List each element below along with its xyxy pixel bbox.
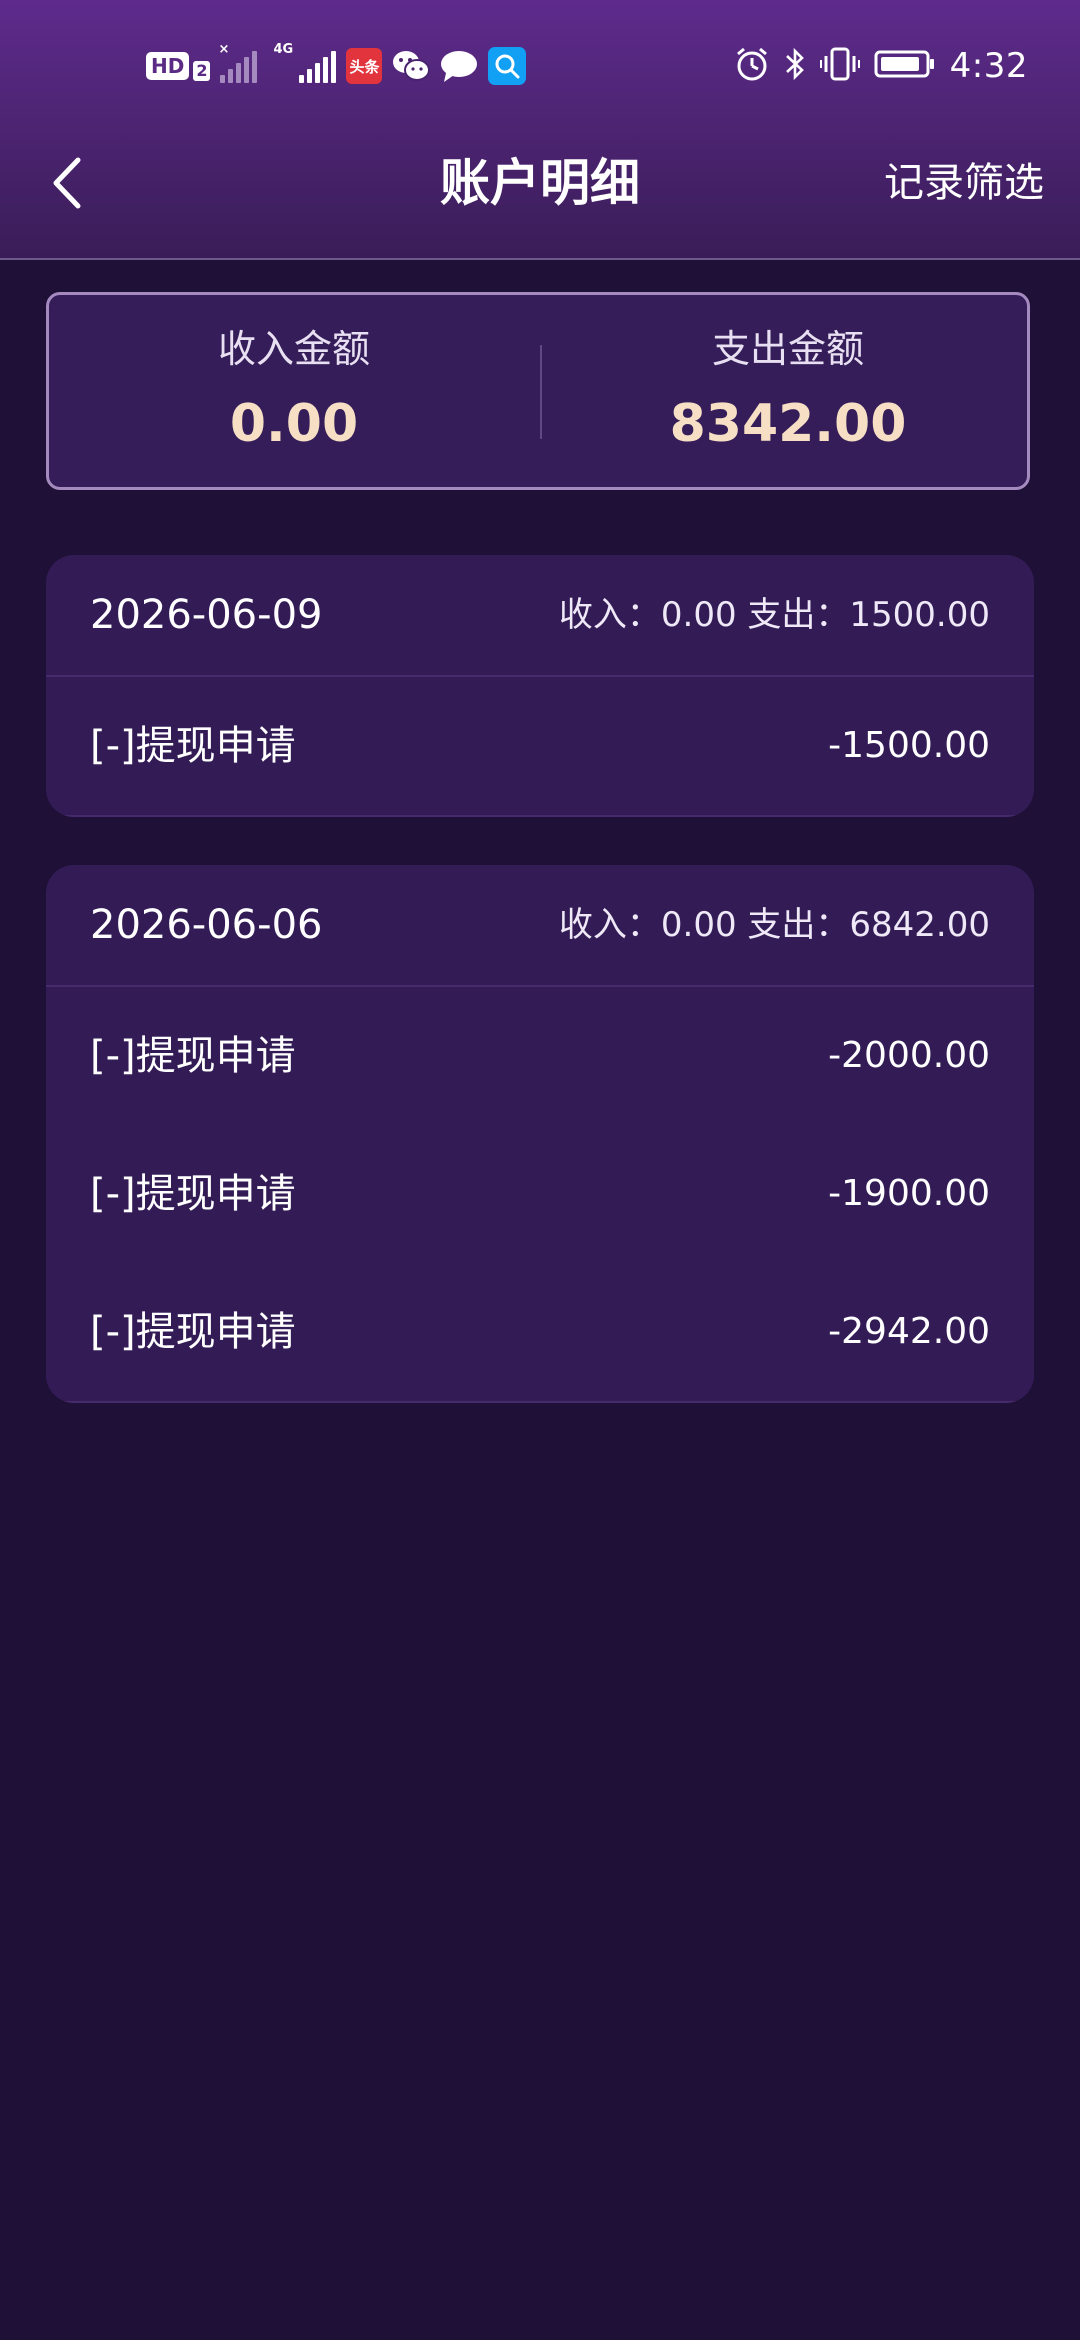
summary-divider [540,345,542,439]
day-group-header: 2026-06-09 收入：0.00 支出：1500.00 [46,555,1034,677]
status-left: HD 2 × 4G 头条 [146,43,527,86]
day-group-date: 2026-06-06 [90,902,323,948]
signal-sim1-icon: × [218,43,258,83]
header: HD 2 × 4G 头条 4:32 账户明细 记录筛选 [0,0,1080,260]
transaction-name: [-]提现申请 [90,1309,296,1355]
message-bubble-icon [440,49,478,83]
transaction-row[interactable]: [-]提现申请 -1900.00 [46,1125,1034,1263]
signal-4g-icon: 4G [273,43,337,83]
transaction-name: [-]提现申请 [90,1033,296,1079]
transaction-amount: -1900.00 [828,1173,990,1214]
transaction-amount: -1500.00 [828,725,990,766]
bluetooth-icon [784,46,806,86]
status-right: 4:32 [734,46,1028,86]
income-label: 收入金额 [217,327,370,371]
hd-voice-icon: HD [146,52,190,80]
transaction-name: [-]提现申请 [90,723,296,769]
transaction-row[interactable]: [-]提现申请 -2000.00 [46,987,1034,1125]
day-group-card: 2026-06-09 收入：0.00 支出：1500.00 [-]提现申请 -1… [46,555,1034,817]
day-group-date: 2026-06-09 [90,592,323,638]
income-summary: 收入金额 0.00 [49,295,539,487]
day-group-summary: 收入：0.00 支出：6842.00 [558,905,990,945]
network-type-label: 4G [273,42,294,57]
day-group-card: 2026-06-06 收入：0.00 支出：6842.00 [-]提现申请 -2… [46,865,1034,1403]
day-group-summary: 收入：0.00 支出：1500.00 [558,595,990,635]
transaction-amount: -2000.00 [828,1035,990,1076]
transaction-name: [-]提现申请 [90,1171,296,1217]
day-group-header: 2026-06-06 收入：0.00 支出：6842.00 [46,865,1034,987]
transaction-row[interactable]: [-]提现申请 -2942.00 [46,1263,1034,1401]
status-bar: HD 2 × 4G 头条 4:32 [0,0,1080,132]
alarm-icon [734,46,770,86]
expense-label: 支出金额 [711,327,864,371]
income-value: 0.00 [229,394,359,454]
vibrate-icon [819,46,860,86]
search-app-icon [488,47,527,85]
summary-panel: 收入金额 0.00 支出金额 8342.00 [46,292,1030,490]
transaction-row[interactable]: [-]提现申请 -1500.00 [46,677,1034,815]
clock: 4:32 [949,46,1028,86]
filter-records-button[interactable]: 记录筛选 [884,150,1044,216]
card-bottom-divider [46,815,1034,817]
hd-voice-sim-badge: 2 [193,61,211,81]
card-bottom-divider [46,1401,1034,1403]
expense-value: 8342.00 [669,394,907,454]
transaction-amount: -2942.00 [828,1311,990,1352]
toutiao-app-icon: 头条 [346,48,383,84]
wechat-icon [392,48,431,84]
battery-icon [874,49,936,83]
expense-summary: 支出金额 8342.00 [543,295,1033,487]
